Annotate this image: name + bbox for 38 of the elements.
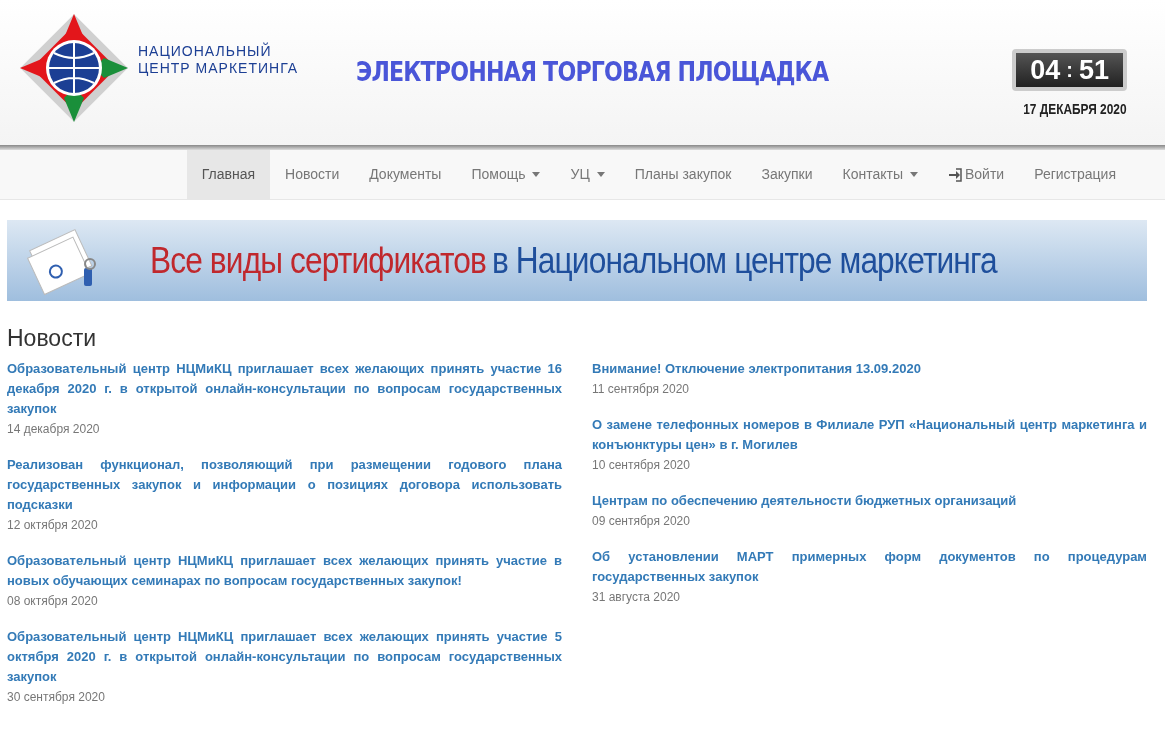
nav-link[interactable]: Главная [186,150,271,199]
news-date: 08 октября 2020 [7,593,99,610]
news-headline-link[interactable]: Образовательный центр НЦМиКЦ приглашает всех желающих принять участие в новых обучающих семинарах по вопросам государственных закупок! [7,551,562,591]
caret-icon [909,172,918,177]
news-headline-link[interactable]: Внимание! Отключение электропитания 13.09.2020 [592,359,1147,379]
login-icon [947,167,962,182]
news-date: 10 сентября 2020 [592,457,691,474]
nav-link[interactable]: Новости [270,150,355,199]
news-headline-link[interactable]: Центрам по обеспечению деятельности бюджетных организаций [592,491,1147,511]
nav-link[interactable]: Закупки [746,150,828,199]
nav-link[interactable]: Документы [354,150,457,199]
news-headline-link[interactable]: Об установлении МАРТ примерных форм документов по процедурам государственных закупок [592,547,1147,587]
nav-link[interactable]: Планы закупок [619,150,747,199]
caret-icon [596,172,605,177]
news-headline-link[interactable]: Реализован функционал, позволяющий при размещении годового плана государственных закупок и информации о позициях договора использовать подсказки [7,455,562,515]
news-headline-link[interactable]: Образовательный центр НЦМиКЦ приглашает всех желающих принять участие 5 октября 2020 г. в открытой онлайн-консультации по вопросам государственных закупок [7,627,562,687]
news-headline-link[interactable]: О замене телефонных номеров в Филиале РУП «Национальный центр маркетинга и конъюнктуры цен» в г. Могилев [592,415,1147,455]
nav-link[interactable]: Помощь [456,150,556,199]
banner-subheadline: в Национальном центре маркетинга [491,238,997,283]
news-date: 14 декабря 2020 [7,421,101,438]
nav-link[interactable]: Регистрация [1019,150,1131,199]
news-date: 12 октября 2020 [7,517,99,534]
current-date: 17 ДЕКАБРЯ 2020 [1023,100,1127,119]
logo-text: НАЦИОНАЛЬНЫЙ [138,43,273,60]
caret-icon [532,172,541,177]
news-date: 11 сентября 2020 [592,381,691,398]
nav-link[interactable]: Контакты [827,150,933,199]
logo-text: ЦЕНТР МАРКЕТИНГА [138,60,299,77]
banner-headline: Все виды сертификатов [150,238,486,283]
news-date: 09 сентября 2020 [592,513,691,530]
news-date: 30 сентября 2020 [7,689,106,706]
nav-link[interactable]: Войти [932,150,1020,199]
section-title: Новости [7,324,98,353]
news-date: 31 августа 2020 [592,589,682,606]
nav-link[interactable]: УЦ [555,150,620,199]
site-title: ЭЛЕКТРОННАЯ ТОРГОВАЯ ПЛОЩАДКА [356,55,829,89]
clock-display: 04 : 51 [1012,49,1127,91]
news-headline-link[interactable]: Образовательный центр НЦМиКЦ приглашает всех желающих принять участие 16 декабря 2020 г. в открытой онлайн-консультации по вопросам государственных закупок [7,359,562,419]
